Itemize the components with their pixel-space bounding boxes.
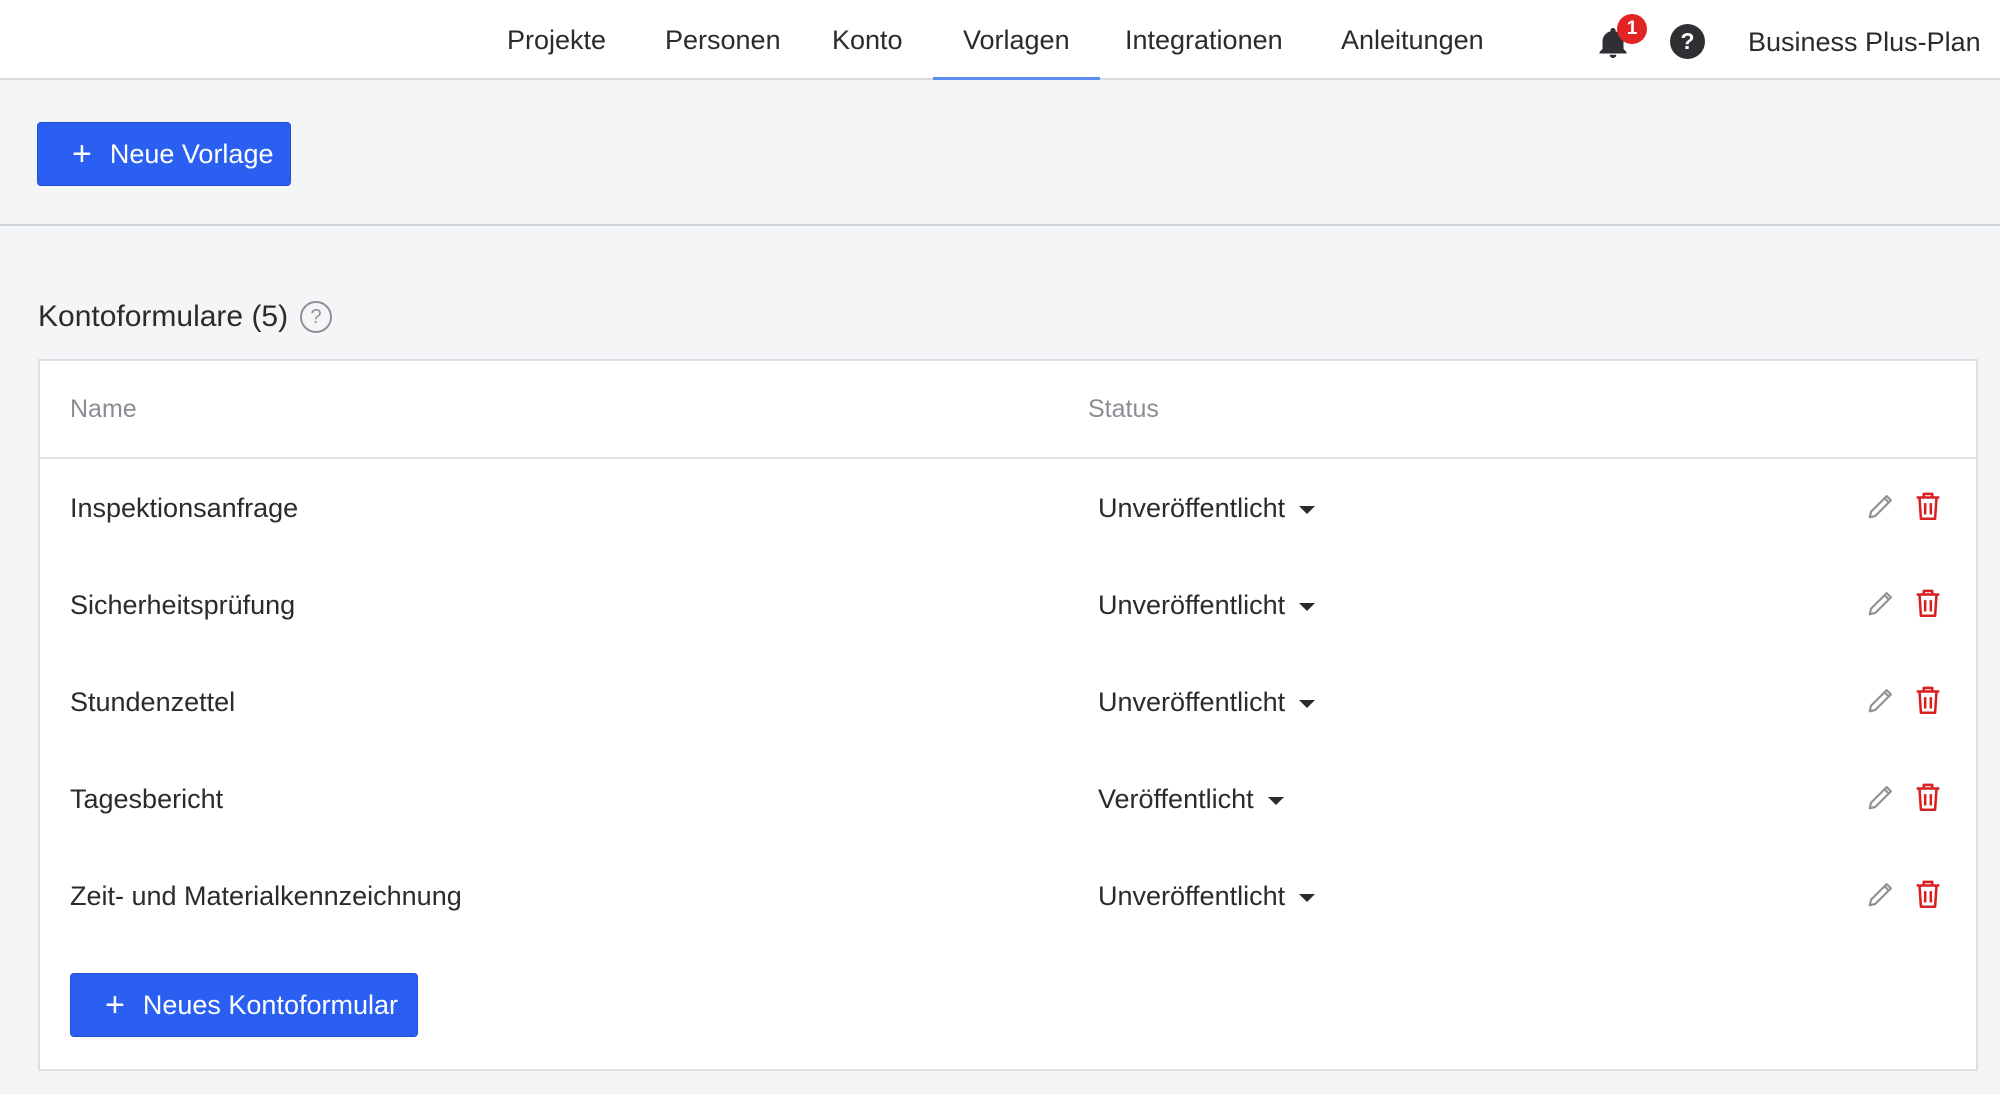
new-template-button[interactable]: + Neue Vorlage [37,122,291,186]
status-dropdown[interactable]: Veröffentlicht [1098,751,1284,848]
edit-pencil-icon[interactable] [1864,877,1898,911]
plus-icon: + [72,135,92,173]
edit-pencil-icon[interactable] [1864,489,1898,523]
plan-link[interactable]: Business Plus-Plan [1748,0,1981,84]
caret-down-icon [1267,796,1284,805]
new-account-form-button[interactable]: + Neues Kontoformular [70,973,418,1037]
new-account-form-label: Neues Kontoformular [142,989,398,1020]
caret-down-icon [1299,602,1316,611]
status-dropdown[interactable]: Unveröffentlicht [1098,654,1316,751]
new-template-label: Neue Vorlage [109,138,274,169]
plus-icon: + [105,986,125,1024]
notification-badge: 1 [1617,14,1647,44]
tab-personen[interactable]: Personen [665,0,781,80]
status-dropdown[interactable]: Unveröffentlicht [1098,557,1316,654]
delete-trash-icon[interactable] [1911,683,1945,717]
table-row: Stundenzettel Unveröffentlicht [40,654,1976,751]
caret-down-icon [1299,699,1316,708]
status-label: Unveröffentlicht [1098,493,1286,523]
section-title: Kontoformulare (5) [38,300,289,333]
help-question-icon[interactable]: ? [300,301,333,333]
table-row: Zeit- und Materialkennzeichnung Unveröff… [40,848,1976,945]
tab-integrationen[interactable]: Integrationen [1125,0,1283,80]
status-dropdown[interactable]: Unveröffentlicht [1098,848,1316,945]
form-name: Inspektionsanfrage [70,493,299,523]
status-label: Unveröffentlicht [1098,590,1286,620]
main-content: Kontoformulare (5) ? Name Status Inspekt… [0,226,2000,1094]
table-header: Name Status [40,361,1976,459]
forms-table: Name Status Inspektionsanfrage Unveröffe… [38,359,1978,1071]
edit-pencil-icon[interactable] [1864,683,1898,717]
delete-trash-icon[interactable] [1911,586,1945,620]
form-name: Stundenzettel [70,687,236,717]
toolbar: + Neue Vorlage [0,80,2000,226]
delete-trash-icon[interactable] [1911,877,1945,911]
status-dropdown[interactable]: Unveröffentlicht [1098,460,1316,557]
tab-konto[interactable]: Konto [832,0,903,80]
status-label: Unveröffentlicht [1098,687,1286,717]
column-header-status: Status [1088,395,1159,423]
form-name: Tagesbericht [70,784,224,814]
tab-anleitungen[interactable]: Anleitungen [1341,0,1484,80]
form-name: Sicherheitsprüfung [70,590,296,620]
column-header-name: Name [70,395,137,423]
delete-trash-icon[interactable] [1911,780,1945,814]
tab-vorlagen[interactable]: Vorlagen [933,0,1100,82]
delete-trash-icon[interactable] [1911,489,1945,523]
status-label: Veröffentlicht [1098,784,1254,814]
help-icon[interactable]: ? [1670,24,1705,59]
table-row: Tagesbericht Veröffentlicht [40,751,1976,848]
edit-pencil-icon[interactable] [1864,780,1898,814]
caret-down-icon [1299,893,1316,902]
form-name: Zeit- und Materialkennzeichnung [70,881,462,911]
section-header: Kontoformulare (5) ? [38,300,333,334]
top-navigation-bar: Projekte Personen Konto Vorlagen Integra… [0,0,2000,82]
table-row: Inspektionsanfrage Unveröffentlicht [40,460,1976,557]
edit-pencil-icon[interactable] [1864,586,1898,620]
status-label: Unveröffentlicht [1098,881,1286,911]
table-row: Sicherheitsprüfung Unveröffentlicht [40,557,1976,654]
caret-down-icon [1299,505,1316,514]
tab-projekte[interactable]: Projekte [507,0,606,80]
